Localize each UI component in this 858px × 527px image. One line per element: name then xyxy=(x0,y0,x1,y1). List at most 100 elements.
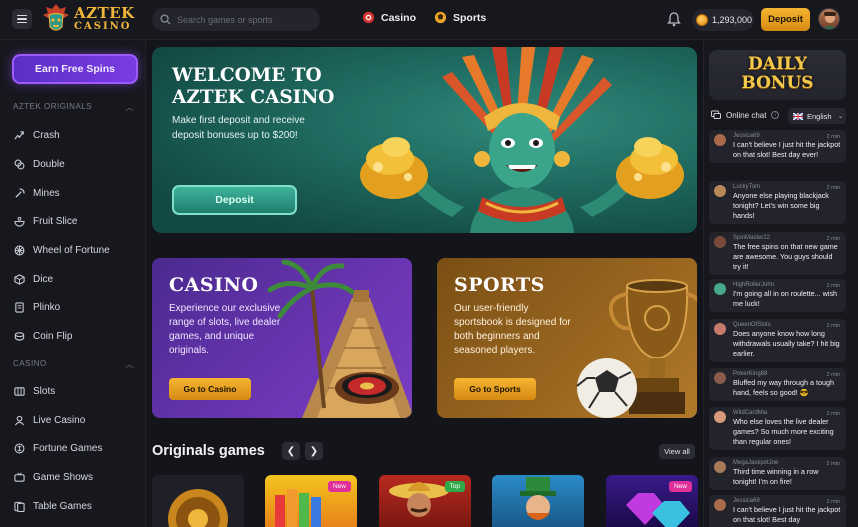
sidebar-item-label: Mines xyxy=(33,187,60,199)
game-thumbnail[interactable]: New xyxy=(265,475,357,527)
casino-promo-text: Experience our exclusive range of slots,… xyxy=(169,303,281,356)
game-thumbnail[interactable] xyxy=(152,475,244,527)
sidebar-item-label: Coin Flip xyxy=(33,330,73,342)
game-thumbnail[interactable] xyxy=(492,475,584,527)
top-header: AZTEK CASINO Casino Sports 1,293,000 Dep… xyxy=(0,0,858,40)
logo[interactable]: AZTEK CASINO xyxy=(42,3,135,35)
header-deposit-button[interactable]: Deposit xyxy=(761,8,810,31)
uk-flag-icon xyxy=(793,112,803,120)
nav-casino-label: Casino xyxy=(381,11,417,24)
chat-text: Does anyone know how long withdrawals us… xyxy=(733,329,840,358)
coin-icon xyxy=(14,331,25,341)
section-casino-header[interactable]: CASINO ︿ xyxy=(13,359,134,370)
chat-avatar xyxy=(714,323,726,335)
sidebar-item-slots[interactable]: Slots xyxy=(14,383,55,399)
sidebar-item-crash[interactable]: Crash xyxy=(14,127,60,143)
originals-section-title: Originals games xyxy=(152,443,265,459)
menu-bar xyxy=(17,21,27,24)
casino-promo-title: CASINO xyxy=(169,274,259,296)
bell-icon[interactable] xyxy=(667,11,681,27)
logo-sub-text: CASINO xyxy=(74,21,132,32)
chat-message: PokerKing88 2 min Bluffed my way through… xyxy=(709,368,846,401)
sidebar-item-label: Double xyxy=(33,158,65,170)
language-select[interactable]: English ⌄ xyxy=(788,108,846,124)
right-panel: DAILY BONUS Online chat i English ⌄ Jess… xyxy=(703,40,858,527)
carousel-prev-button[interactable]: ❮ xyxy=(282,442,300,460)
chat-text: The free spins on that new game are awes… xyxy=(733,242,838,271)
sidebar-item-label: Slots xyxy=(33,385,56,397)
double-icon xyxy=(14,159,25,169)
sidebar-item-table-games[interactable]: Table Games xyxy=(14,498,92,514)
chat-text: I can't believe I just hit the jackpot o… xyxy=(733,140,841,159)
dice-icon xyxy=(14,273,25,285)
top-badge: Top xyxy=(444,481,465,492)
nav-casino[interactable]: Casino xyxy=(362,11,416,24)
sports-promo-title: SPORTS xyxy=(454,274,545,296)
search-box[interactable] xyxy=(152,8,320,31)
chat-text: I'm going all in on roulette... wish me … xyxy=(733,289,838,308)
section-casino-label: CASINO xyxy=(13,359,47,368)
sidebar-item-label: Table Games xyxy=(33,500,92,512)
menu-button[interactable] xyxy=(12,9,32,29)
game-thumbnail[interactable]: New xyxy=(606,475,698,527)
sidebar-item-coin-flip[interactable]: Coin Flip xyxy=(14,328,72,344)
chat-time: 2 min xyxy=(826,323,840,329)
chat-title: Online chat xyxy=(726,110,767,120)
chat-time: 2 min xyxy=(826,134,840,140)
sidebar-item-label: Live Casino xyxy=(33,414,86,426)
sidebar-item-plinko[interactable]: Plinko xyxy=(14,299,60,315)
carousel-next-button[interactable]: ❯ xyxy=(305,442,323,460)
section-originals-label: AZTEK ORIGINALS xyxy=(13,102,93,111)
go-to-casino-button[interactable]: Go to Casino xyxy=(169,378,251,400)
chat-message: WildCardMia 2 min Who else loves the liv… xyxy=(709,407,846,450)
game-shows-icon xyxy=(14,472,25,482)
sidebar-item-fortune-games[interactable]: Fortune Games xyxy=(14,440,102,456)
sports-ball-icon xyxy=(434,11,447,24)
nav-sports-label: Sports xyxy=(453,11,487,24)
crash-icon xyxy=(14,130,24,140)
user-face-icon xyxy=(823,12,837,29)
chat-avatar xyxy=(714,499,726,511)
sidebar-item-label: Fruit Slice xyxy=(33,215,78,227)
view-all-button[interactable]: View all xyxy=(659,444,695,459)
sidebar-item-double[interactable]: Double xyxy=(14,156,65,172)
chat-message: LuckyTom 2 min Anyone else playing black… xyxy=(709,181,846,224)
sidebar-item-label: Game Shows xyxy=(33,471,94,483)
sidebar-item-dice[interactable]: Dice xyxy=(14,271,53,287)
chevron-up-icon: ︿ xyxy=(125,360,134,369)
chat-message: Jessica69 2 min I can't believe I just h… xyxy=(709,130,846,163)
info-icon[interactable]: i xyxy=(771,111,780,119)
user-avatar[interactable] xyxy=(818,8,840,30)
coin-icon xyxy=(696,14,708,26)
search-input[interactable] xyxy=(177,14,317,25)
language-value: English xyxy=(807,111,832,121)
sidebar-item-wheel-of-fortune[interactable]: Wheel of Fortune xyxy=(14,242,110,258)
sidebar-item-label: Wheel of Fortune xyxy=(33,244,110,256)
balance-display[interactable]: 1,293,000 xyxy=(692,9,754,31)
welcome-deposit-button[interactable]: Deposit xyxy=(172,185,297,215)
chat-message: MegaJackpotJoe 2 min Third time winning … xyxy=(709,457,846,490)
game-thumbnail[interactable]: Top xyxy=(379,475,471,527)
nav-sports[interactable]: Sports xyxy=(434,11,486,24)
daily-bonus-banner[interactable]: DAILY BONUS xyxy=(709,50,846,100)
go-to-sports-button[interactable]: Go to Sports xyxy=(454,378,536,400)
slots-icon xyxy=(14,386,25,396)
chat-message: Jessica69 2 min I can't believe I just h… xyxy=(709,495,846,527)
search-icon xyxy=(160,14,171,25)
earn-free-spins-button[interactable]: Earn Free Spins xyxy=(12,54,138,84)
fortune-icon xyxy=(14,443,25,453)
sidebar-item-live-casino[interactable]: Live Casino xyxy=(14,412,85,428)
sidebar-item-label: Fortune Games xyxy=(33,442,103,454)
chat-avatar xyxy=(714,134,726,146)
sports-promo-text: Our user-friendly sportsbook is designed… xyxy=(454,303,571,356)
chat-message: QueenOfSlots 2 min Does anyone know how … xyxy=(709,319,846,362)
sidebar-item-game-shows[interactable]: Game Shows xyxy=(14,469,93,485)
section-originals-header[interactable]: AZTEK ORIGINALS ︿ xyxy=(13,102,134,113)
sidebar-item-mines[interactable]: Mines xyxy=(14,185,60,201)
chat-avatar xyxy=(714,411,726,423)
chat-message: HighRollerJohn 2 min I'm going all in on… xyxy=(709,279,846,312)
sidebar-item-fruit-slice[interactable]: Fruit Slice xyxy=(14,213,77,229)
golden-wheel-art xyxy=(168,489,228,527)
chat-text: Who else loves the live dealer games? So… xyxy=(733,417,834,446)
chat-time: 2 min xyxy=(826,461,840,467)
